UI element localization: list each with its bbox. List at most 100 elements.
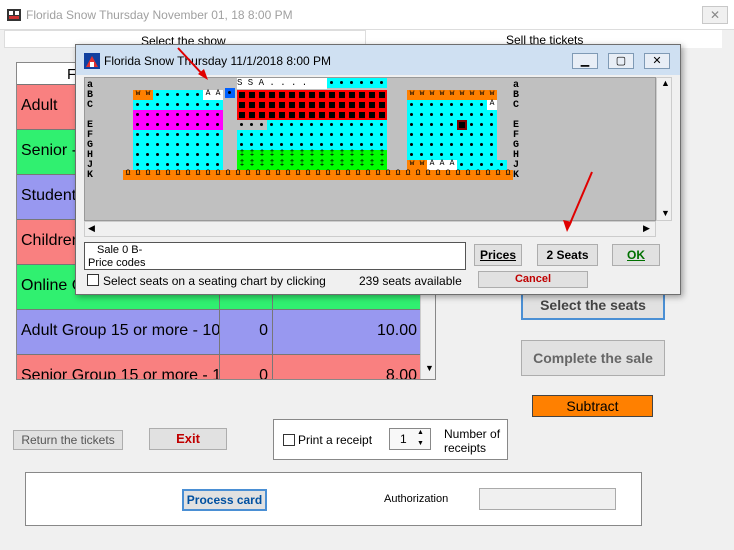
print-receipt-checkbox[interactable] bbox=[283, 434, 295, 446]
seat[interactable] bbox=[377, 130, 387, 140]
seat[interactable] bbox=[407, 120, 417, 130]
seat[interactable] bbox=[347, 90, 357, 100]
seat[interactable] bbox=[163, 90, 173, 100]
seat[interactable] bbox=[357, 120, 367, 130]
seat[interactable] bbox=[337, 78, 347, 88]
dialog-close-button[interactable]: ✕ bbox=[644, 53, 670, 69]
table-row[interactable]: Adult Group 15 or more - 10% 0 10.00 bbox=[17, 310, 420, 355]
seat[interactable] bbox=[183, 150, 193, 160]
seat[interactable] bbox=[447, 140, 457, 150]
seat[interactable]: Ω bbox=[193, 169, 203, 180]
maximize-button[interactable]: ▢ bbox=[608, 53, 634, 69]
seat[interactable]: w bbox=[427, 89, 437, 100]
seat[interactable] bbox=[337, 120, 347, 130]
seat[interactable]: Ω bbox=[383, 169, 393, 180]
seat[interactable]: Ω bbox=[173, 169, 183, 180]
seat[interactable]: Ω bbox=[303, 169, 313, 180]
scroll-down-icon[interactable]: ▼ bbox=[425, 363, 434, 373]
seat[interactable]: Ω bbox=[493, 169, 503, 180]
seat[interactable] bbox=[153, 110, 163, 120]
scroll-down-icon[interactable]: ▼ bbox=[661, 208, 670, 218]
seat[interactable] bbox=[257, 100, 267, 110]
seat[interactable] bbox=[317, 100, 327, 110]
seat[interactable] bbox=[317, 90, 327, 100]
seat[interactable] bbox=[183, 130, 193, 140]
seat[interactable] bbox=[153, 90, 163, 100]
seat[interactable]: w bbox=[407, 89, 417, 100]
seat[interactable] bbox=[377, 100, 387, 110]
seat[interactable] bbox=[447, 130, 457, 140]
return-tickets-button[interactable]: Return the tickets bbox=[13, 430, 123, 450]
seat[interactable] bbox=[437, 100, 447, 110]
seat[interactable] bbox=[173, 90, 183, 100]
seat[interactable]: Ω bbox=[243, 169, 253, 180]
seat[interactable] bbox=[193, 140, 203, 150]
process-card-button[interactable]: Process card bbox=[182, 489, 267, 511]
seat[interactable] bbox=[143, 100, 153, 110]
seat[interactable] bbox=[193, 120, 203, 130]
seat[interactable] bbox=[437, 140, 447, 150]
seat[interactable] bbox=[487, 140, 497, 150]
seat[interactable] bbox=[143, 130, 153, 140]
seat[interactable] bbox=[447, 100, 457, 110]
authorization-input[interactable] bbox=[479, 488, 616, 510]
seat[interactable] bbox=[297, 110, 307, 120]
seat[interactable] bbox=[427, 140, 437, 150]
seat[interactable] bbox=[457, 110, 467, 120]
seat[interactable]: w bbox=[133, 89, 143, 100]
seat[interactable]: Ω bbox=[433, 169, 443, 180]
seat[interactable]: Ω bbox=[333, 169, 343, 180]
seat[interactable] bbox=[183, 100, 193, 110]
seat[interactable] bbox=[427, 100, 437, 110]
seat[interactable] bbox=[467, 150, 477, 160]
seat[interactable] bbox=[277, 120, 287, 130]
seat[interactable] bbox=[357, 100, 367, 110]
seat[interactable] bbox=[237, 110, 247, 120]
seat[interactable] bbox=[367, 100, 377, 110]
seat[interactable] bbox=[287, 90, 297, 100]
complete-sale-button[interactable]: Complete the sale bbox=[521, 340, 665, 376]
seat[interactable] bbox=[367, 78, 377, 88]
seat[interactable] bbox=[337, 130, 347, 140]
table-row[interactable]: Senior Group 15 or more - 10%0 8.00 bbox=[17, 355, 420, 379]
select-by-click-checkbox[interactable] bbox=[87, 274, 99, 286]
seat[interactable]: Ω bbox=[353, 169, 363, 180]
seat[interactable]: Ω bbox=[133, 169, 143, 180]
seat[interactable] bbox=[477, 100, 487, 110]
seat[interactable] bbox=[173, 130, 183, 140]
seat[interactable]: Ω bbox=[143, 169, 153, 180]
seat[interactable] bbox=[193, 130, 203, 140]
seat[interactable] bbox=[307, 100, 317, 110]
seat[interactable] bbox=[203, 140, 213, 150]
seat[interactable] bbox=[183, 120, 193, 130]
seat[interactable]: Ω bbox=[423, 169, 433, 180]
seat[interactable]: A bbox=[203, 89, 213, 100]
seat[interactable] bbox=[357, 110, 367, 120]
seat[interactable] bbox=[277, 90, 287, 100]
seat[interactable]: Ω bbox=[233, 169, 243, 180]
seat[interactable] bbox=[173, 100, 183, 110]
row-qty[interactable]: 0 bbox=[219, 355, 273, 379]
prices-button[interactable]: Prices bbox=[474, 244, 522, 266]
seat[interactable] bbox=[143, 150, 153, 160]
seat[interactable] bbox=[477, 120, 487, 130]
seat[interactable] bbox=[467, 110, 477, 120]
seat[interactable] bbox=[247, 110, 257, 120]
seat[interactable] bbox=[477, 110, 487, 120]
seat[interactable] bbox=[327, 90, 337, 100]
seat[interactable] bbox=[327, 120, 337, 130]
seat[interactable] bbox=[367, 120, 377, 130]
seat[interactable] bbox=[193, 110, 203, 120]
seat[interactable] bbox=[267, 100, 277, 110]
seat[interactable] bbox=[487, 110, 497, 120]
seat[interactable] bbox=[173, 150, 183, 160]
seat[interactable] bbox=[203, 100, 213, 110]
seat[interactable]: Ω bbox=[313, 169, 323, 180]
seat[interactable] bbox=[327, 110, 337, 120]
stepper-down-icon[interactable]: ▼ bbox=[417, 440, 424, 447]
seat[interactable] bbox=[447, 120, 457, 130]
seat[interactable] bbox=[487, 130, 497, 140]
seat[interactable] bbox=[327, 130, 337, 140]
seat[interactable]: w bbox=[417, 89, 427, 100]
seat[interactable]: Ω bbox=[373, 169, 383, 180]
